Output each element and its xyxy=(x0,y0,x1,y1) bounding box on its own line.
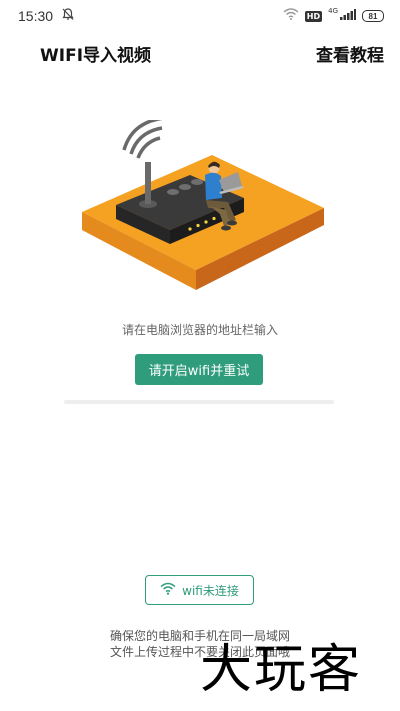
router-illustration xyxy=(78,116,328,295)
header: WIFI导入视频 查看教程 xyxy=(0,34,400,72)
network-type-label: 4G xyxy=(328,6,338,15)
address-progress-bar xyxy=(64,400,334,404)
screen: 15:30 HD 4G 81 WIFI导入视频 查看教程 请在电脑浏览器的地址栏… xyxy=(0,0,400,711)
hint-text: 请在电脑浏览器的地址栏输入 xyxy=(121,323,278,337)
watermark: 大玩客 xyxy=(200,640,363,700)
wifi-signal-icon xyxy=(283,8,299,24)
wifi-status-button[interactable]: wifi未连接 xyxy=(145,575,254,605)
wifi-status-label: wifi未连接 xyxy=(182,583,239,598)
retry-button[interactable]: 请开启wifi并重试 xyxy=(135,354,263,385)
view-tutorial-link[interactable]: 查看教程 xyxy=(316,41,384,66)
notification-muted-icon xyxy=(61,7,75,25)
status-bar: 15:30 HD 4G 81 xyxy=(0,0,400,32)
page-title: WIFI导入视频 xyxy=(40,45,152,66)
wifi-icon xyxy=(160,582,176,598)
status-time: 15:30 xyxy=(18,8,54,24)
hd-badge: HD xyxy=(304,10,323,22)
cell-signal-icon xyxy=(340,8,356,24)
battery-icon: 81 xyxy=(362,10,384,22)
